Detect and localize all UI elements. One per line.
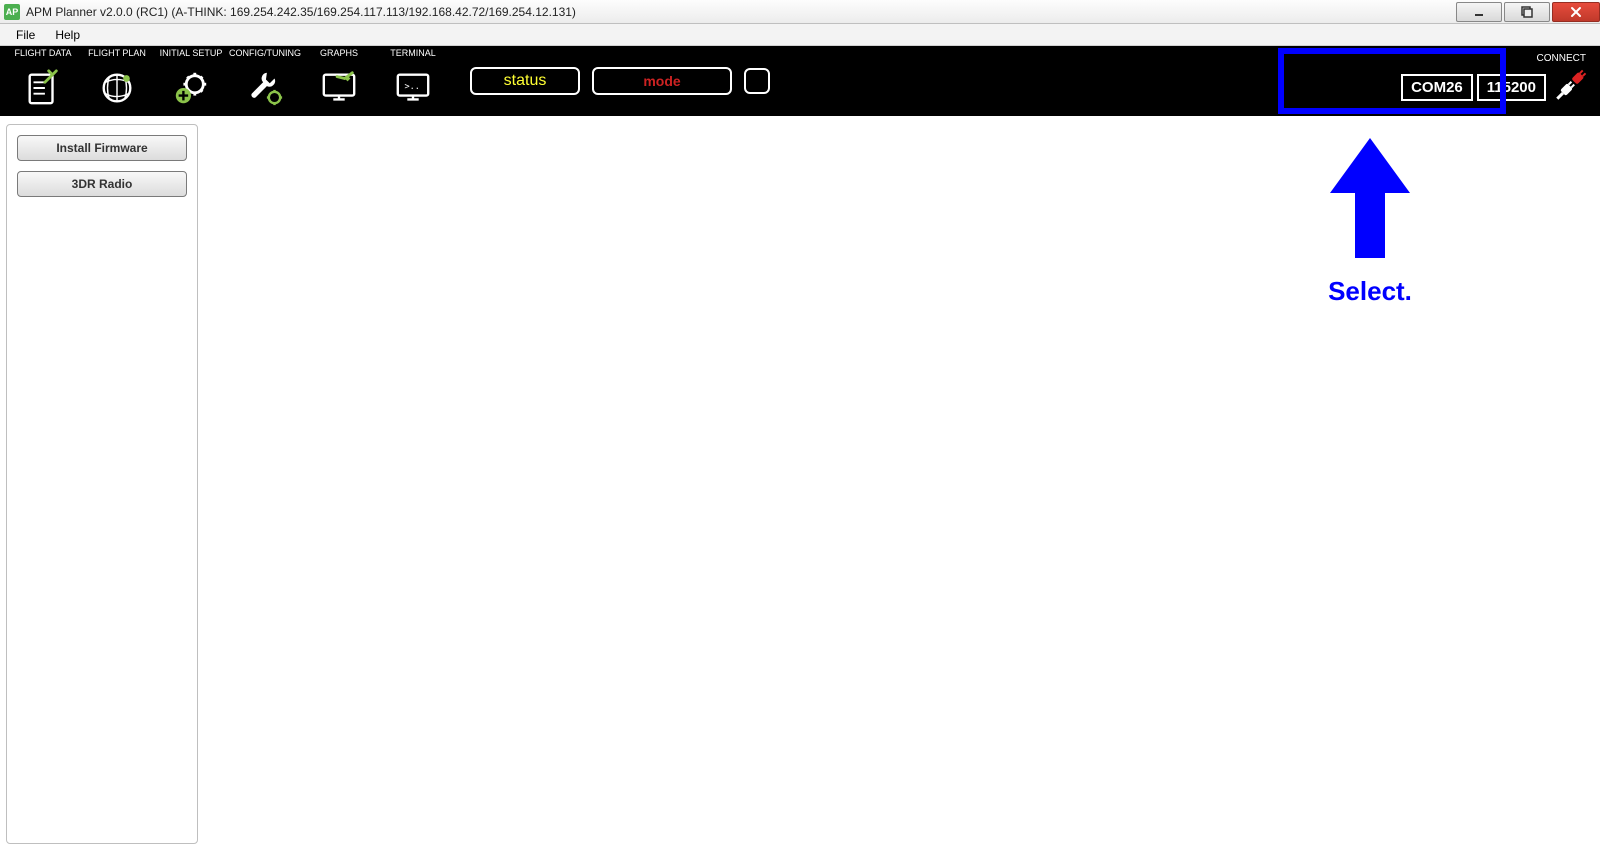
graphs-button[interactable]: GRAPHS [302,46,376,116]
graphs-label: GRAPHS [320,48,358,60]
flight-data-button[interactable]: FLIGHT DATA [6,46,80,116]
minimize-button[interactable] [1456,2,1502,22]
initial-setup-label: INITIAL SETUP [160,48,223,60]
install-firmware-button[interactable]: Install Firmware [17,135,187,161]
svg-text:>..: >.. [404,82,419,92]
menubar: File Help [0,24,1600,46]
menu-help[interactable]: Help [45,26,90,44]
terminal-button[interactable]: TERMINAL >.. [376,46,450,116]
flight-plan-button[interactable]: FLIGHT PLAN [80,46,154,116]
com-port-select[interactable]: COM26 [1401,74,1473,101]
titlebar: AP APM Planner v2.0.0 (RC1) (A-THINK: 16… [0,0,1600,24]
toolbar: FLIGHT DATA FLIGHT PLAN INITIAL SETUP CO… [0,46,1600,116]
close-button[interactable] [1552,2,1600,22]
status-box: status [470,67,580,95]
connect-label: CONNECT [1537,53,1586,64]
mode-box: mode [592,67,732,95]
window-controls [1454,2,1600,22]
window-title: APM Planner v2.0.0 (RC1) (A-THINK: 169.2… [26,5,1454,19]
connect-area: CONNECT COM26 115200 [1395,46,1596,116]
maximize-button[interactable] [1504,2,1550,22]
config-tuning-icon [246,60,284,116]
annotation-text: Select. [1328,276,1412,307]
baud-rate-select[interactable]: 115200 [1477,74,1546,101]
initial-setup-icon [172,60,210,116]
arrow-up-icon [1320,138,1420,268]
arm-indicator [744,68,770,94]
flight-data-icon [24,60,62,116]
flight-data-label: FLIGHT DATA [14,48,71,60]
initial-setup-button[interactable]: INITIAL SETUP [154,46,228,116]
flight-plan-label: FLIGHT PLAN [88,48,146,60]
config-tuning-label: CONFIG/TUNING [229,48,301,60]
3dr-radio-button[interactable]: 3DR Radio [17,171,187,197]
app-icon: AP [4,4,20,20]
plug-icon [1550,66,1590,106]
connect-button[interactable] [1550,66,1590,109]
annotation-arrow: Select. [1320,138,1420,307]
config-tuning-button[interactable]: CONFIG/TUNING [228,46,302,116]
terminal-icon: >.. [394,60,432,116]
terminal-label: TERMINAL [390,48,436,60]
graphs-icon [320,60,358,116]
flight-plan-icon [98,60,136,116]
sidebar: Install Firmware 3DR Radio [6,124,198,844]
menu-file[interactable]: File [6,26,45,44]
